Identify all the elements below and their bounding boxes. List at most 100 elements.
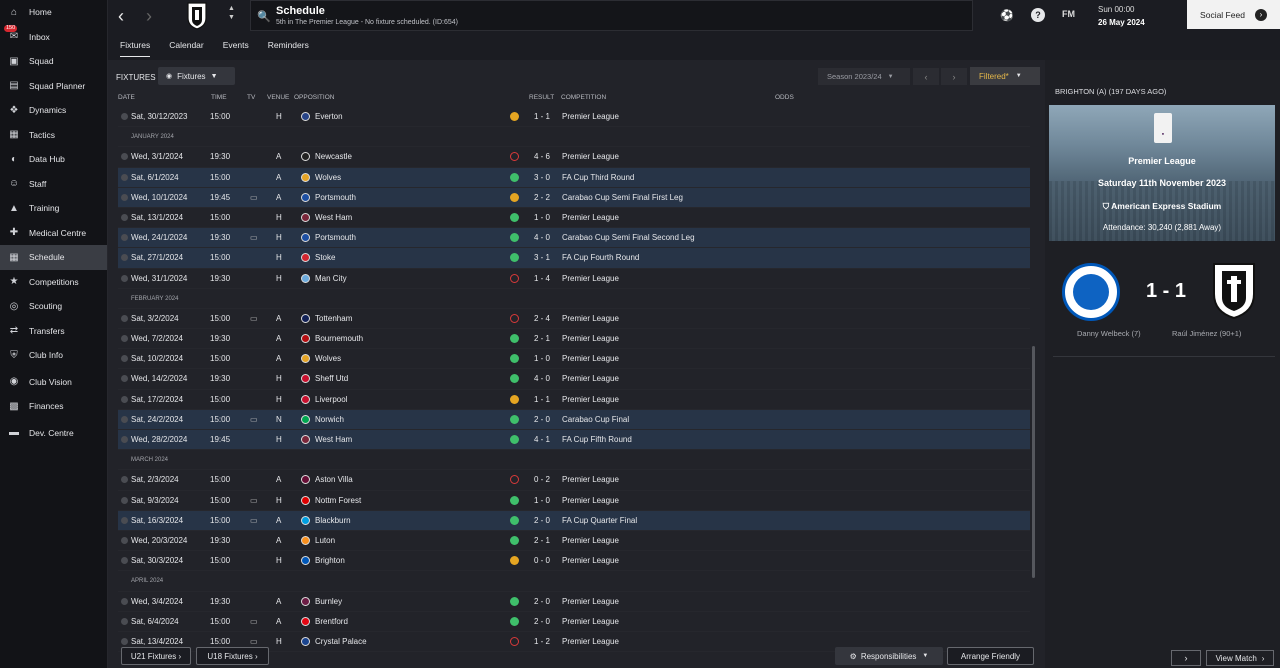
table-row[interactable]: Sat, 10/2/2024 15:00 A Wolves 1 - 0 Premier L…	[118, 349, 1030, 370]
fixture-competition[interactable]: Premier League	[562, 395, 619, 404]
opposition-crest-icon[interactable]	[301, 394, 310, 404]
header-venue[interactable]: VENUE	[267, 94, 289, 101]
opposition-name[interactable]: Wolves	[315, 173, 341, 182]
season-dropdown[interactable]: Season 2023/24 ▼	[818, 68, 910, 85]
table-row[interactable]: Sat, 30/12/2023 15:00 H Everton 1 - 1 Premier…	[118, 107, 1030, 128]
fixture-date[interactable]: Sat, 16/3/2024	[131, 516, 183, 525]
forward-arrow-icon[interactable]: ›	[146, 6, 152, 27]
fixture-result[interactable]: 2 - 0	[534, 617, 550, 626]
fixture-date[interactable]: Sat, 30/3/2024	[131, 556, 183, 565]
fixture-competition[interactable]: Premier League	[562, 536, 619, 545]
fixture-result[interactable]: 1 - 1	[534, 112, 550, 121]
fixture-competition[interactable]: Premier League	[562, 556, 619, 565]
fixture-result[interactable]: 0 - 2	[534, 475, 550, 484]
fixture-competition[interactable]: Premier League	[562, 597, 619, 606]
fixture-result[interactable]: 2 - 1	[534, 536, 550, 545]
next-season-button[interactable]: ›	[941, 68, 967, 85]
header-result[interactable]: RESULT	[529, 94, 554, 101]
fixture-competition[interactable]: Premier League	[562, 617, 619, 626]
opposition-name[interactable]: Brighton	[315, 556, 345, 565]
fixture-result[interactable]: 3 - 1	[534, 253, 550, 262]
table-row[interactable]: Sat, 2/3/2024 15:00 A Aston Villa 0 - 2 Premi…	[118, 470, 1030, 491]
opposition-crest-icon[interactable]	[301, 495, 310, 505]
opposition-name[interactable]: Stoke	[315, 253, 335, 262]
fixture-result[interactable]: 1 - 0	[534, 213, 550, 222]
fixture-result[interactable]: 2 - 2	[534, 193, 550, 202]
fixture-date[interactable]: Sat, 6/1/2024	[131, 173, 179, 182]
header-odds[interactable]: ODDS	[775, 94, 794, 101]
sidebar-item-schedule[interactable]: ▦ Schedule	[0, 245, 107, 270]
fixture-competition[interactable]: FA Cup Fifth Round	[562, 435, 632, 444]
opposition-name[interactable]: Portsmouth	[315, 193, 356, 202]
opposition-name[interactable]: Liverpool	[315, 395, 347, 404]
fixture-date[interactable]: Wed, 31/1/2024	[131, 274, 187, 283]
fixture-competition[interactable]: Carabao Cup Final	[562, 415, 629, 424]
opposition-name[interactable]: Luton	[315, 536, 335, 545]
opposition-crest-icon[interactable]	[301, 414, 310, 424]
sidebar-item-medical-centre[interactable]: ✚ Medical Centre	[0, 221, 107, 246]
opposition-name[interactable]: Norwich	[315, 415, 344, 424]
table-row[interactable]: Wed, 28/2/2024 19:45 H West Ham 4 - 1 FA Cup …	[118, 430, 1030, 451]
table-row[interactable]: Wed, 10/1/2024 19:45 ▭ A Portsmouth 2 - 2 Cara…	[118, 187, 1030, 208]
fixture-result[interactable]: 1 - 0	[534, 496, 550, 505]
responsibilities-button[interactable]: ⚙ Responsibilities ▼	[835, 647, 943, 665]
table-row[interactable]: Sat, 24/2/2024 15:00 ▭ N Norwich 2 - 0 Carabao…	[118, 409, 1030, 430]
table-row[interactable]: Wed, 24/1/2024 19:30 ▭ H Portsmouth 4 - 0 Cara…	[118, 228, 1030, 249]
fixture-date[interactable]: Wed, 28/2/2024	[131, 435, 187, 444]
sidebar-item-data-hub[interactable]: ◐ Data Hub	[0, 147, 107, 172]
fm-menu-icon[interactable]: FM	[1062, 9, 1075, 19]
fixture-date[interactable]: Sat, 30/12/2023	[131, 112, 188, 121]
help-icon[interactable]: ?	[1031, 8, 1045, 22]
fixture-result[interactable]: 4 - 6	[534, 152, 550, 161]
fixture-competition[interactable]: Premier League	[562, 274, 619, 283]
sidebar-item-dynamics[interactable]: ❖ Dynamics	[0, 98, 107, 123]
sidebar-item-club-vision[interactable]: ◉ Club Vision	[0, 370, 107, 395]
table-row[interactable]: Wed, 3/4/2024 19:30 A Burnley 2 - 0 Premier L…	[118, 592, 1030, 612]
fixture-result[interactable]: 4 - 0	[534, 374, 550, 383]
sidebar-item-dev-centre[interactable]: ▬ Dev. Centre	[0, 421, 107, 446]
opposition-name[interactable]: Everton	[315, 112, 343, 121]
sidebar-item-scouting[interactable]: ◎ Scouting	[0, 294, 107, 319]
scrollbar[interactable]	[1032, 346, 1035, 578]
filter-button[interactable]: Filtered* ▼	[970, 67, 1040, 85]
opposition-name[interactable]: Brentford	[315, 617, 348, 626]
fixture-result[interactable]: 2 - 0	[534, 516, 550, 525]
opposition-crest-icon[interactable]	[301, 616, 310, 626]
opposition-crest-icon[interactable]	[301, 273, 310, 283]
opposition-crest-icon[interactable]	[301, 172, 310, 182]
opposition-crest-icon[interactable]	[301, 535, 310, 545]
fixture-date[interactable]: Wed, 10/1/2024	[131, 193, 187, 202]
back-arrow-icon[interactable]: ‹	[118, 6, 124, 27]
fixture-competition[interactable]: Premier League	[562, 314, 619, 323]
opposition-crest-icon[interactable]	[301, 212, 310, 222]
opposition-crest-icon[interactable]	[301, 334, 310, 344]
table-row[interactable]: Sat, 9/3/2024 15:00 ▭ H Nottm Forest 1 - 0 Pre…	[118, 491, 1030, 511]
table-row[interactable]: Sat, 13/1/2024 15:00 H West Ham 1 - 0 Premier…	[118, 208, 1030, 229]
fixture-date[interactable]: Sat, 13/1/2024	[131, 213, 183, 222]
fixture-competition[interactable]: FA Cup Quarter Final	[562, 516, 637, 525]
fixture-date[interactable]: Sat, 2/3/2024	[131, 475, 179, 484]
header-opposition[interactable]: OPPOSITION	[294, 94, 334, 101]
fixture-competition[interactable]: Carabao Cup Semi Final Second Leg	[562, 233, 695, 242]
opposition-crest-icon[interactable]	[301, 354, 310, 364]
fixture-result[interactable]: 1 - 1	[534, 395, 550, 404]
tab-calendar[interactable]: Calendar	[169, 40, 204, 57]
fixture-date[interactable]: Sat, 17/2/2024	[131, 395, 183, 404]
table-row[interactable]: Wed, 20/3/2024 19:30 A Luton 2 - 1 Premier Le…	[118, 531, 1030, 552]
fixture-result[interactable]: 1 - 4	[534, 274, 550, 283]
opposition-name[interactable]: Burnley	[315, 597, 342, 606]
tab-events[interactable]: Events	[223, 40, 249, 57]
opposition-name[interactable]: West Ham	[315, 213, 352, 222]
table-row[interactable]: Wed, 7/2/2024 19:30 A Bournemouth 2 - 1 Premi…	[118, 329, 1030, 350]
fixture-competition[interactable]: Premier League	[562, 152, 619, 161]
header-date[interactable]: DATE	[118, 94, 135, 101]
fixture-result[interactable]: 2 - 4	[534, 314, 550, 323]
sidebar-item-transfers[interactable]: ⇄ Transfers	[0, 319, 107, 344]
opposition-crest-icon[interactable]	[301, 556, 310, 566]
fixtures-dropdown[interactable]: ◉ Fixtures ▼	[158, 67, 235, 85]
fixture-date[interactable]: Sat, 10/2/2024	[131, 354, 183, 363]
header-tv[interactable]: TV	[247, 94, 255, 101]
sidebar-item-tactics[interactable]: ▦ Tactics	[0, 123, 107, 148]
help-ball-icon[interactable]: ⚽	[1000, 9, 1014, 22]
table-row[interactable]: Wed, 31/1/2024 19:30 H Man City 1 - 4 Premier…	[118, 269, 1030, 289]
